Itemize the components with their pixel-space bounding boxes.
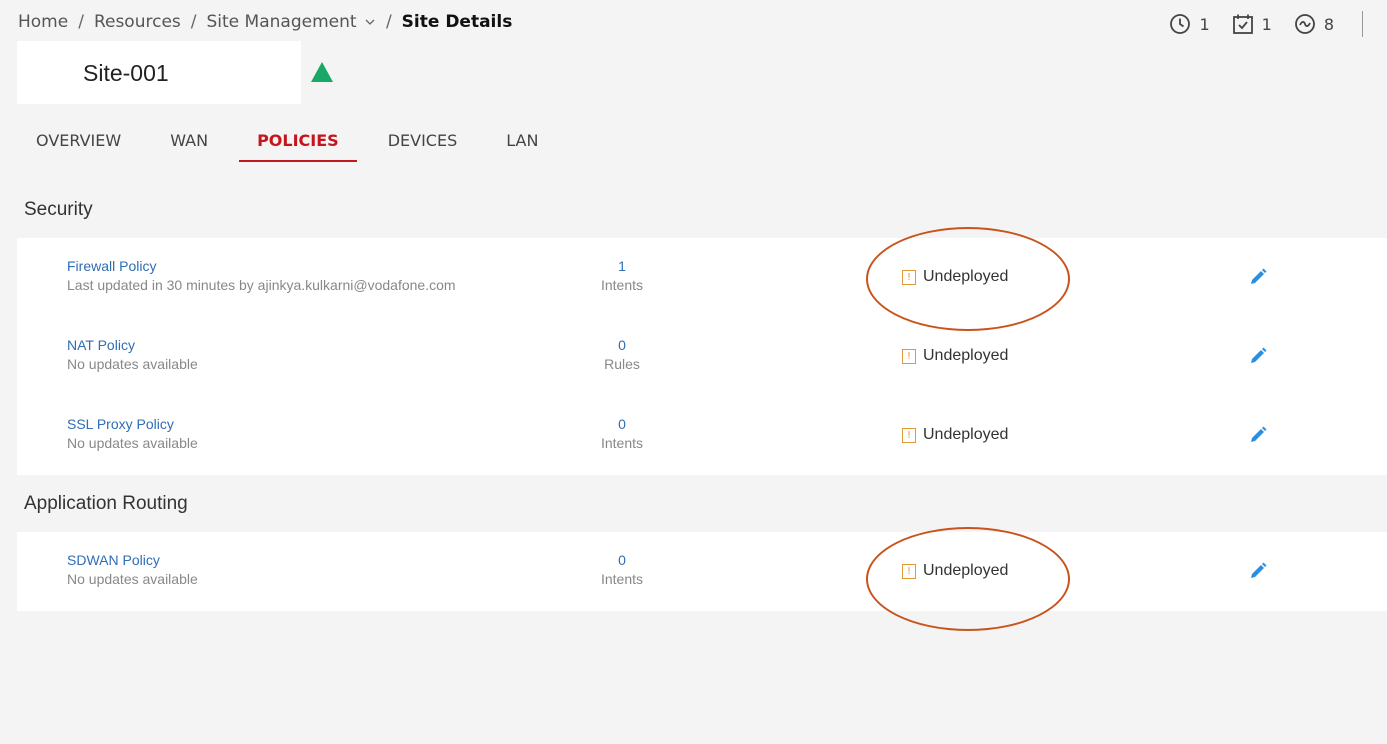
tab-devices[interactable]: DEVICES [370, 124, 476, 162]
header-counters: 1 1 8 [1147, 11, 1363, 37]
policy-count-label: Intents [600, 571, 644, 587]
routing-policy-list: SDWAN Policy No updates available 0 Inte… [17, 532, 1387, 611]
warning-icon: ! [902, 563, 916, 579]
policy-subtitle: Last updated in 30 minutes by ajinkya.ku… [67, 277, 456, 293]
policy-count-label: Rules [604, 356, 640, 372]
policy-name-link[interactable]: SDWAN Policy [67, 552, 160, 568]
tab-lan[interactable]: LAN [488, 124, 556, 162]
activity-count: 8 [1323, 14, 1334, 34]
edit-pencil-icon[interactable] [1249, 268, 1267, 286]
breadcrumb-current: Site Details [401, 12, 513, 32]
breadcrumb-home[interactable]: Home [18, 12, 68, 32]
tasks-counter[interactable]: 1 [1232, 13, 1272, 35]
breadcrumb-separator: / [78, 12, 84, 32]
status-text: Undeployed [923, 426, 1009, 443]
status-badge: ! Undeployed [902, 347, 1008, 365]
policy-subtitle: No updates available [67, 571, 198, 587]
policy-name-link[interactable]: NAT Policy [67, 337, 135, 353]
policy-name-link[interactable]: Firewall Policy [67, 258, 156, 274]
policy-row-sdwan: SDWAN Policy No updates available 0 Inte… [17, 532, 1387, 611]
policy-count-link[interactable]: 0 [577, 337, 667, 353]
activity-counter[interactable]: 8 [1294, 13, 1334, 35]
wave-circle-icon [1294, 14, 1315, 34]
policy-row-firewall: Firewall Policy Last updated in 30 minut… [17, 238, 1387, 317]
policy-row-ssl-proxy: SSL Proxy Policy No updates available 0 … [17, 396, 1387, 475]
section-title-security: Security [24, 199, 93, 220]
breadcrumb-separator: / [190, 12, 197, 32]
clock-icon [1170, 14, 1191, 34]
policy-subtitle: No updates available [67, 435, 198, 451]
calendar-check-icon [1232, 14, 1253, 34]
policy-count-link[interactable]: 0 [577, 416, 667, 432]
site-header: Site-001 [17, 41, 301, 104]
history-count: 1 [1199, 14, 1210, 34]
history-counter[interactable]: 1 [1169, 13, 1210, 35]
chevron-down-icon [365, 19, 375, 25]
warning-icon: ! [902, 269, 916, 285]
edit-pencil-icon[interactable] [1249, 347, 1267, 365]
breadcrumb-resources[interactable]: Resources [94, 12, 181, 32]
site-name: Site-001 [83, 60, 169, 86]
triangle-up-icon [311, 62, 333, 82]
status-badge: ! Undeployed [902, 268, 1008, 286]
breadcrumb-site-management[interactable]: Site Management [207, 12, 376, 32]
status-text: Undeployed [923, 268, 1009, 285]
edit-pencil-icon[interactable] [1249, 426, 1267, 444]
status-text: Undeployed [923, 562, 1009, 579]
policy-count-label: Intents [600, 277, 644, 293]
section-title-application-routing: Application Routing [24, 493, 188, 514]
tab-policies[interactable]: POLICIES [239, 124, 357, 162]
policy-count-link[interactable]: 0 [577, 552, 667, 568]
policy-row-nat: NAT Policy No updates available 0 Rules … [17, 317, 1387, 396]
policy-subtitle: No updates available [67, 356, 198, 372]
breadcrumb-separator: / [385, 12, 392, 32]
header-divider [1362, 11, 1363, 37]
tasks-count: 1 [1261, 14, 1272, 34]
policy-count-label: Intents [600, 435, 644, 451]
breadcrumb: Home / Resources / Site Management / Sit… [18, 12, 512, 32]
edit-pencil-icon[interactable] [1249, 562, 1267, 580]
status-badge: ! Undeployed [902, 562, 1008, 580]
status-text: Undeployed [923, 347, 1009, 364]
warning-icon: ! [902, 348, 916, 364]
security-policy-list: Firewall Policy Last updated in 30 minut… [17, 238, 1387, 475]
warning-icon: ! [902, 427, 916, 443]
policy-name-link[interactable]: SSL Proxy Policy [67, 416, 174, 432]
tab-wan[interactable]: WAN [152, 124, 226, 162]
tab-overview[interactable]: OVERVIEW [18, 124, 139, 162]
breadcrumb-site-management-label: Site Management [206, 12, 357, 32]
status-badge: ! Undeployed [902, 426, 1008, 444]
policy-count-link[interactable]: 1 [577, 258, 667, 274]
tab-bar: OVERVIEW WAN POLICIES DEVICES LAN [18, 124, 569, 162]
